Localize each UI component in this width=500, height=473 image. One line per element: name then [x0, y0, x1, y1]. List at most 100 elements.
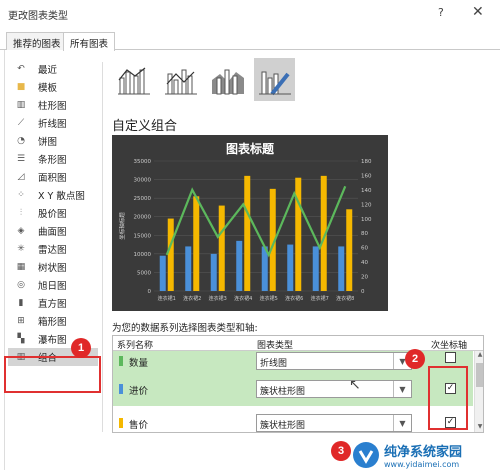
- tab-recommended-charts[interactable]: 推荐的图表: [6, 32, 68, 50]
- folder-icon: ■: [16, 82, 26, 92]
- clustered-column-line-secondary-icon[interactable]: [160, 58, 201, 101]
- bar: [167, 218, 174, 291]
- scroll-down-icon[interactable]: ▼: [475, 423, 483, 432]
- bar: [312, 246, 319, 291]
- grid-scrollbar[interactable]: ▲ ▼: [474, 351, 483, 432]
- watermark-logo-icon: [353, 442, 379, 468]
- sunburst-chart-icon: ◎: [17, 280, 25, 290]
- bar: [236, 240, 243, 291]
- sidebar-item-label: 曲面图: [38, 227, 67, 238]
- combo-subtype-icons: [113, 58, 295, 104]
- y-tick-right: 180: [361, 159, 372, 165]
- sidebar-item-label: 直方图: [38, 299, 67, 310]
- y-tick-right: 120: [361, 202, 372, 208]
- y-tick-right: 140: [361, 188, 372, 194]
- watermark-url: www.yidaimei.com: [384, 460, 460, 469]
- grid-header: 系列名称 图表类型 次坐标轴: [113, 336, 483, 351]
- series-name: 售价: [129, 420, 149, 431]
- chevron-down-icon[interactable]: ▼: [393, 415, 411, 431]
- header-secondary-axis: 次坐标轴: [431, 341, 468, 351]
- chart-type-value: 簇状柱形图: [260, 421, 306, 431]
- boxplot-chart-icon: ⊞: [17, 316, 25, 326]
- bar: [218, 205, 225, 291]
- sidebar-item[interactable]: ☰ 条形图: [8, 150, 98, 168]
- clustered-column-line-icon[interactable]: [113, 58, 154, 101]
- secondary-axis-checkbox[interactable]: [445, 352, 456, 363]
- chart-type-dropdown[interactable]: 簇状柱形图 ▼: [256, 380, 412, 398]
- y-tick-left: 35000: [134, 159, 152, 165]
- sidebar-item[interactable]: ◎ 旭日图: [8, 276, 98, 294]
- sidebar-item[interactable]: ▥ 柱形图: [8, 96, 98, 114]
- help-button[interactable]: ?: [438, 6, 444, 19]
- sidebar-item[interactable]: ⁘ X Y 散点图: [8, 186, 98, 204]
- bar: [295, 177, 302, 291]
- sidebar-item-label: 条形图: [38, 155, 67, 166]
- sidebar-item[interactable]: ↶ 最近: [8, 60, 98, 78]
- section-title: 自定义组合: [112, 119, 178, 134]
- y-tick-right: 100: [361, 217, 372, 223]
- scroll-thumb[interactable]: [476, 363, 483, 387]
- x-tick-label: 连衣裙2: [183, 295, 201, 302]
- sidebar-item[interactable]: ◔ 饼图: [8, 132, 98, 150]
- sidebar-item[interactable]: ✳ 雷达图: [8, 240, 98, 258]
- sidebar-item[interactable]: ◿ 面积图: [8, 168, 98, 186]
- sidebar-item-label: 股价图: [38, 209, 67, 220]
- sidebar-item[interactable]: ▦ 树状图: [8, 258, 98, 276]
- sidebar-item[interactable]: ⟋ 折线图: [8, 114, 98, 132]
- y-tick-right: 40: [361, 260, 368, 266]
- series-name: 进价: [129, 386, 149, 397]
- x-tick-label: 连衣裙5: [260, 295, 278, 302]
- series-prompt: 为您的数据系列选择图表类型和轴:: [112, 323, 258, 334]
- step-badge-1: 1: [71, 338, 91, 358]
- treemap-chart-icon: ▦: [16, 262, 26, 272]
- scatter-chart-icon: ⁘: [17, 190, 25, 200]
- scroll-up-icon[interactable]: ▲: [475, 351, 483, 361]
- y-tick-right: 80: [361, 231, 368, 237]
- chart-type-dropdown[interactable]: 簇状柱形图 ▼: [256, 414, 412, 432]
- sidebar-item[interactable]: ⊞ 箱形图: [8, 312, 98, 330]
- title-bar: 更改图表类型 ? ✕: [0, 0, 500, 26]
- y-tick-left: 30000: [134, 178, 152, 184]
- sidebar-item-label: 最近: [38, 65, 58, 76]
- close-button[interactable]: ✕: [472, 4, 484, 20]
- y-tick-left: 5000: [137, 270, 151, 276]
- bar-chart-icon: ☰: [16, 154, 26, 164]
- stock-chart-icon: ⫶: [19, 208, 23, 218]
- tab-strip: 推荐的图表 所有图表: [0, 32, 500, 51]
- bar: [338, 246, 345, 291]
- sidebar-item-label: 模板: [38, 83, 58, 94]
- sidebar-item-label: 树状图: [38, 263, 67, 274]
- series-color-swatch: [119, 384, 123, 394]
- y-tick-right: 60: [361, 246, 368, 252]
- stacked-area-column-icon[interactable]: [207, 58, 248, 101]
- chevron-down-icon[interactable]: ▼: [393, 381, 411, 397]
- x-tick-label: 连衣裙4: [234, 295, 252, 302]
- watermark: 纯净系统家园 www.yidaimei.com: [352, 438, 498, 472]
- tab-all-charts[interactable]: 所有图表: [63, 32, 116, 51]
- sidebar-item[interactable]: ⫶ 股价图: [8, 204, 98, 222]
- sidebar-item-label: 旭日图: [38, 281, 67, 292]
- series-row-cost: 进价 簇状柱形图 ▼ ✓: [113, 372, 473, 406]
- surface-chart-icon: ◈: [17, 226, 25, 236]
- y-tick-right: 0: [361, 289, 365, 295]
- y-tick-right: 20: [361, 275, 368, 281]
- highlight-secondary-axis: [428, 366, 468, 430]
- header-series-name: 系列名称: [117, 341, 154, 351]
- sidebar-item[interactable]: ◈ 曲面图: [8, 222, 98, 240]
- bar: [287, 244, 294, 291]
- chart-type-dropdown[interactable]: 折线图 ▼: [256, 352, 412, 370]
- sidebar-item-label: 雷达图: [38, 245, 67, 256]
- sidebar-item[interactable]: ▮ 直方图: [8, 294, 98, 312]
- pie-chart-icon: ◔: [17, 136, 25, 146]
- sidebar-item[interactable]: ■ 模板: [8, 78, 98, 96]
- y-tick-left: 15000: [134, 233, 152, 239]
- custom-combo-icon[interactable]: [254, 58, 295, 101]
- y-tick-left: 10000: [134, 252, 152, 258]
- watermark-name: 纯净系统家园: [384, 445, 463, 460]
- sidebar-item-label: 折线图: [38, 119, 67, 130]
- bar: [193, 196, 200, 291]
- chart-title: 图表标题: [226, 141, 275, 156]
- vertical-divider: [102, 62, 103, 432]
- bar: [244, 175, 251, 291]
- step-badge-3: 3: [331, 441, 351, 461]
